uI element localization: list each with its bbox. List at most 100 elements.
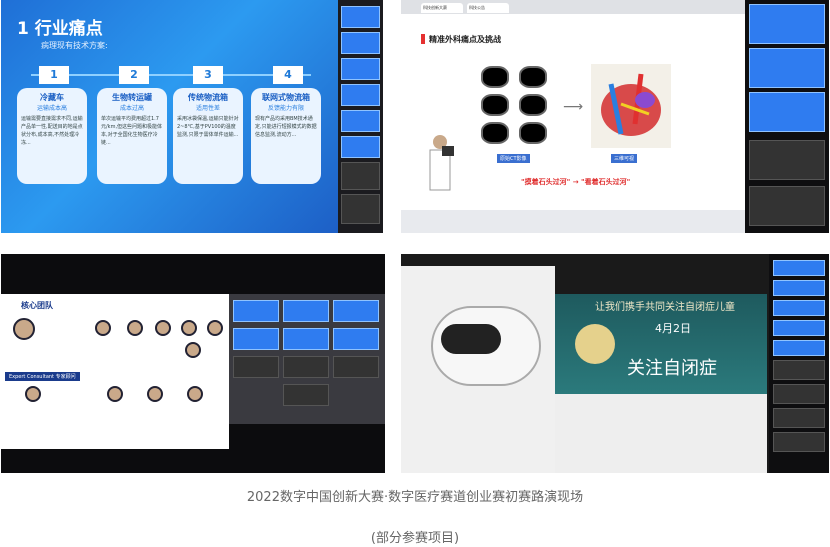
participant-thumb[interactable]: [341, 6, 380, 28]
card-sub: 反馈能力有限: [267, 105, 304, 112]
robot-area: [401, 266, 555, 473]
step-number: 1: [39, 66, 69, 84]
participant-strip[interactable]: [745, 0, 829, 233]
participant-thumb[interactable]: [333, 328, 379, 350]
3d-label: 三维可视: [611, 154, 638, 163]
participant-thumb[interactable]: [749, 92, 825, 132]
slide-title: 核心团队: [21, 301, 53, 310]
participant-video[interactable]: [773, 384, 825, 404]
arrow-icon: ⟶: [563, 99, 584, 115]
participant-thumb[interactable]: [773, 300, 825, 316]
banner-line1: 让我们携手共同关注自闭症儿童: [595, 302, 735, 313]
participant-grid[interactable]: [229, 294, 385, 424]
panel-industry-pain-points: 1 行业痛点 病理现有技术方案: 1 2 3 4 冷藏车 运输成本高 运输需要直…: [1, 0, 383, 233]
card-sub: 成本过高: [119, 105, 144, 112]
participant-thumb[interactable]: [773, 340, 825, 356]
participant-thumb[interactable]: [341, 58, 380, 80]
pain-card: 联网式物流箱 反馈能力有限 现有产品均采用BM技术通定,只能进行短报模式的数据信…: [251, 88, 321, 184]
participant-thumb[interactable]: [749, 4, 825, 44]
participant-thumb[interactable]: [283, 300, 329, 322]
banner-date: 4月2日: [655, 322, 691, 335]
panel-autism-awareness: 让我们携手共同关注自闭症儿童 4月2日 关注自闭症: [401, 254, 829, 473]
taskbar: [401, 210, 745, 233]
participant-strip[interactable]: [338, 0, 383, 233]
ct-image: [519, 122, 547, 144]
robot-visor: [441, 324, 501, 354]
ct-image: [481, 122, 509, 144]
slide-title: 精准外科痛点及挑战: [429, 35, 501, 44]
participant-thumb[interactable]: [749, 48, 825, 88]
team-photo: [95, 320, 111, 336]
card-sub: 适用性差: [195, 105, 220, 112]
banner-bottom: [555, 394, 767, 473]
banner-main: 关注自闭症: [627, 358, 717, 379]
participant-video[interactable]: [773, 408, 825, 428]
participant-video[interactable]: [341, 194, 380, 224]
participant-thumb[interactable]: [341, 136, 380, 158]
ct-image: [519, 66, 547, 88]
ct-label: 原始CT影像: [497, 154, 530, 163]
card-heading: 传统物流箱: [188, 93, 228, 102]
card-heading: 联网式物流箱: [262, 93, 310, 102]
pain-card: 生物转运罐 成本过高 单次运输平均费用超过1.7元/km,但这些问题和极能体本,…: [97, 88, 167, 184]
expert-photo: [25, 386, 41, 402]
participant-video[interactable]: [749, 140, 825, 180]
caption-line2: (部分参赛项目): [370, 531, 460, 546]
card-heading: 生物转运罐: [112, 93, 152, 102]
participant-thumb[interactable]: [233, 328, 279, 350]
participant-strip[interactable]: [769, 254, 829, 473]
participant-thumb[interactable]: [341, 110, 380, 132]
card-heading: 冷藏车: [40, 93, 64, 102]
step-number: 4: [273, 66, 303, 84]
participant-thumb[interactable]: [773, 320, 825, 336]
expert-photo: [107, 386, 123, 402]
browser-tab-bar: 科技创新大赛 科技公告: [401, 0, 745, 14]
participant-video[interactable]: [749, 186, 825, 226]
slide-title: 1 行业痛点: [17, 19, 103, 39]
browser-tab[interactable]: 科技公告: [467, 3, 509, 13]
slide-core-team: 核心团队 Expert Consultant 专家顾问: [1, 294, 229, 449]
caption-line1: 2022数字中国创新大赛·数字医疗赛道创业赛初赛路演现场: [246, 490, 584, 505]
autism-banner: 让我们携手共同关注自闭症儿童 4月2日 关注自闭症: [555, 294, 767, 394]
card-body: 采用冰袋保温,运输只能针对2~8℃,基于PV100的温度监测,只限于需体单件运输…: [177, 116, 239, 138]
card-body: 运输需要直接需求不同,运输产品单一性,配送目的地是点状分布,成本高,不然处理冷冻…: [21, 116, 83, 146]
slogan-text: "摸着石头过河" → "看着石头过河": [521, 178, 631, 186]
organ-illustration: [601, 73, 661, 136]
expert-photo: [147, 386, 163, 402]
title-marker: [421, 34, 425, 44]
card-body: 现有产品均采用BM技术通定,只能进行短报模式的数据信息监测,流动方...: [255, 116, 317, 138]
team-photo: [13, 318, 35, 340]
ct-image: [481, 94, 509, 116]
doctor-illustration: [429, 135, 454, 191]
timeline-line: [31, 74, 311, 76]
team-photo: [185, 342, 201, 358]
participant-thumb[interactable]: [341, 32, 380, 54]
participant-video[interactable]: [773, 432, 825, 452]
panel-precision-surgery: 科技创新大赛 科技公告 精准外科痛点及挑战 ⟶ 原始CT影像 三维可视 "摸着石…: [401, 0, 829, 233]
step-number: 2: [119, 66, 149, 84]
card-body: 单次运输平均费用超过1.7元/km,但这些问题和极能体本,对于全国化生物医疗冷链…: [101, 116, 163, 146]
participant-thumb[interactable]: [333, 300, 379, 322]
participant-thumb[interactable]: [283, 328, 329, 350]
participant-thumb[interactable]: [773, 260, 825, 276]
team-photo: [181, 320, 197, 336]
team-photo: [155, 320, 171, 336]
participant-thumb[interactable]: [233, 300, 279, 322]
card-sub: 运输成本高: [36, 105, 67, 112]
panel-core-team: 核心团队 Expert Consultant 专家顾问: [1, 254, 385, 473]
participant-video[interactable]: [341, 162, 380, 190]
ct-image: [519, 94, 547, 116]
participant-video[interactable]: [333, 356, 379, 378]
participant-thumb[interactable]: [341, 84, 380, 106]
participant-video[interactable]: [233, 356, 279, 378]
slide-precision-surgery: 精准外科痛点及挑战 ⟶ 原始CT影像 三维可视 "摸着石头过河" → "看着石头…: [401, 14, 745, 210]
browser-tab[interactable]: 科技创新大赛: [421, 3, 463, 13]
participant-video[interactable]: [283, 356, 329, 378]
participant-thumb[interactable]: [773, 280, 825, 296]
moon-illustration: [575, 324, 615, 364]
participant-video[interactable]: [283, 384, 329, 406]
slide-pain-points: 1 行业痛点 病理现有技术方案: 1 2 3 4 冷藏车 运输成本高 运输需要直…: [1, 0, 338, 233]
team-photo: [207, 320, 223, 336]
participant-video[interactable]: [773, 360, 825, 380]
slide-subtitle: 病理现有技术方案:: [41, 41, 108, 50]
